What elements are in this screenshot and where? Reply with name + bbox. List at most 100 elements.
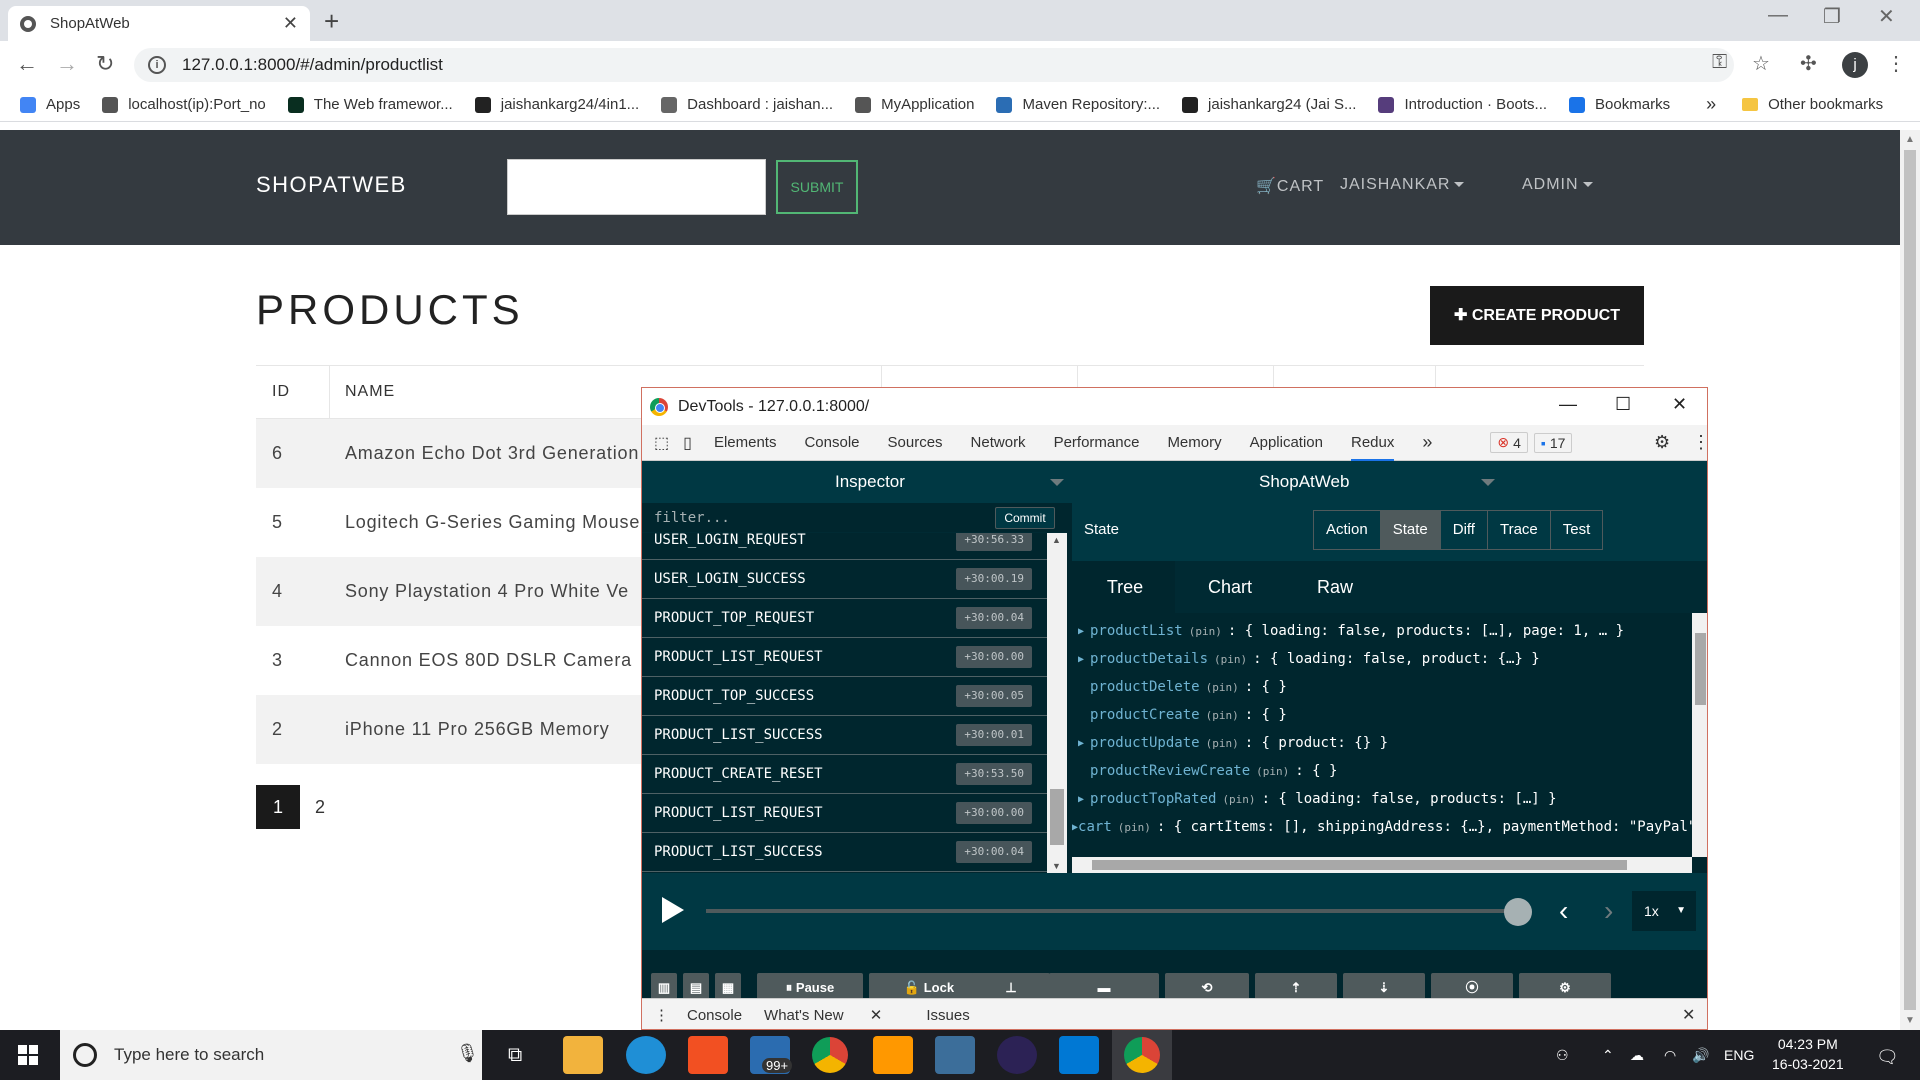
pin-label[interactable]: (pin)	[1206, 709, 1239, 722]
vscode-icon[interactable]	[1059, 1036, 1099, 1074]
monitor-tab-action[interactable]: Action	[1314, 511, 1381, 549]
action-item[interactable]: PRODUCT_TOP_SUCCESS +30:00.05	[642, 677, 1047, 716]
scroll-up-icon[interactable]: ▲	[1052, 535, 1061, 545]
page-1-button[interactable]: 1	[256, 785, 300, 829]
tab-network[interactable]: Network	[971, 425, 1026, 461]
site-info-icon[interactable]: i	[148, 56, 166, 74]
drawer-tab-console[interactable]: Console	[687, 1007, 742, 1024]
bookmark-item[interactable]: The Web framewor...	[287, 96, 453, 113]
action-item[interactable]: PRODUCT_CREATE_RESET +30:53.50	[642, 755, 1047, 794]
filter-input[interactable]: filter... Commit	[642, 503, 1067, 533]
people-icon[interactable]: ⚇	[1556, 1047, 1569, 1064]
monitor-tab-state[interactable]: State	[1380, 511, 1441, 549]
close-icon[interactable]: ✕	[1672, 394, 1687, 415]
drawer-tab-issues[interactable]: Issues	[926, 1007, 969, 1024]
tab-sources[interactable]: Sources	[888, 425, 943, 461]
mysql-icon[interactable]	[935, 1036, 975, 1074]
commit-button[interactable]: Commit	[995, 507, 1055, 529]
action-item[interactable]: PRODUCT_LIST_SUCCESS +30:00.01	[642, 716, 1047, 755]
volume-icon[interactable]: 🔊	[1692, 1047, 1709, 1064]
view-tab-chart[interactable]: Chart	[1180, 561, 1280, 613]
tab-elements[interactable]: Elements	[714, 425, 777, 461]
close-icon[interactable]: ✕	[870, 1007, 883, 1024]
tree-node[interactable]: productReviewCreate (pin): { }	[1072, 757, 1692, 785]
bookmark-item[interactable]: Bookmarks	[1569, 96, 1670, 113]
action-item[interactable]: PRODUCT_LIST_REQUEST +30:00.00	[642, 794, 1047, 833]
pin-label[interactable]: (pin)	[1214, 653, 1247, 666]
page-scrollbar[interactable]: ▲ ▼	[1900, 130, 1920, 1030]
close-drawer-icon[interactable]: ✕	[1682, 1005, 1695, 1025]
scroll-up-icon[interactable]: ▲	[1905, 134, 1915, 145]
brand-logo[interactable]: SHOPATWEB	[256, 172, 407, 198]
play-icon[interactable]	[662, 897, 684, 923]
pin-label[interactable]: (pin)	[1206, 681, 1239, 694]
page-2-button[interactable]: 2	[300, 785, 340, 829]
scroll-thumb[interactable]	[1695, 633, 1706, 705]
bookmark-item[interactable]: Apps	[20, 96, 80, 113]
browser-tab[interactable]: ShopAtWeb ✕	[8, 6, 310, 41]
tab-performance[interactable]: Performance	[1054, 425, 1140, 461]
tab-redux[interactable]: Redux	[1351, 425, 1395, 461]
messages-badge[interactable]: ▪ 17	[1533, 432, 1573, 453]
pin-label[interactable]: (pin)	[1189, 625, 1222, 638]
cart-link[interactable]: 🛒CART	[1256, 176, 1324, 196]
scroll-thumb[interactable]	[1050, 789, 1064, 845]
action-item[interactable]: PRODUCT_LIST_REQUEST +30:00.00	[642, 638, 1047, 677]
submit-button[interactable]: SUBMIT	[776, 160, 858, 214]
view-tab-tree[interactable]: Tree	[1075, 561, 1175, 613]
other-bookmarks[interactable]: Other bookmarks	[1742, 96, 1883, 113]
expand-arrow-icon[interactable]: ▶	[1072, 654, 1090, 665]
close-tab-icon[interactable]: ✕	[283, 13, 298, 34]
speed-select[interactable]: 1x ▼	[1632, 891, 1696, 931]
tab-application[interactable]: Application	[1250, 425, 1323, 461]
language-indicator[interactable]: ENG	[1724, 1047, 1754, 1063]
inspector-select[interactable]: Inspector	[835, 472, 905, 492]
edge-icon[interactable]	[626, 1036, 666, 1074]
kebab-menu-icon[interactable]: ⋮	[1692, 432, 1707, 453]
expand-arrow-icon[interactable]: ▶	[1072, 738, 1090, 749]
action-item[interactable]: PRODUCT_TOP_REQUEST +30:00.04	[642, 599, 1047, 638]
scroll-down-icon[interactable]: ▼	[1905, 1015, 1915, 1026]
onedrive-icon[interactable]: ☁	[1630, 1047, 1644, 1064]
settings-gear-icon[interactable]: ⚙	[1654, 432, 1670, 453]
chevron-down-icon[interactable]	[1481, 479, 1495, 486]
admin-menu[interactable]: ADMIN	[1522, 176, 1593, 194]
address-bar[interactable]: i 127.0.0.1:8000/#/admin/productlist	[134, 48, 1734, 82]
tree-scrollbar[interactable]	[1692, 613, 1707, 857]
errors-badge[interactable]: ⊗ 4	[1490, 432, 1528, 453]
bookmark-item[interactable]: MyApplication	[855, 96, 974, 113]
minimize-icon[interactable]: —	[1559, 394, 1577, 415]
chrome-active-icon[interactable]	[1112, 1030, 1172, 1080]
tray-chevron-up-icon[interactable]: ⌃	[1602, 1047, 1614, 1064]
tab-console[interactable]: Console	[804, 425, 859, 461]
action-item[interactable]: USER_LOGIN_REQUEST +30:56.33	[642, 533, 1047, 560]
tab-memory[interactable]: Memory	[1167, 425, 1221, 461]
key-icon[interactable]: ⚿	[1712, 51, 1727, 74]
close-window-icon[interactable]: ✕	[1878, 4, 1895, 29]
action-list-scrollbar[interactable]: ▲ ▼	[1047, 533, 1067, 873]
pin-label[interactable]: (pin)	[1118, 821, 1151, 834]
monitor-tab-diff[interactable]: Diff	[1441, 511, 1488, 549]
expand-arrow-icon[interactable]: ▶	[1072, 626, 1090, 637]
tree-node[interactable]: productDelete (pin): { }	[1072, 673, 1692, 701]
expand-arrow-icon[interactable]: ▶	[1072, 794, 1090, 805]
maximize-icon[interactable]: ☐	[1615, 394, 1631, 415]
star-icon[interactable]: ☆	[1752, 51, 1770, 76]
taskbar-clock[interactable]: 04:23 PM 16-03-2021	[1772, 1034, 1844, 1074]
store-icon[interactable]	[688, 1036, 728, 1074]
windows-start-icon[interactable]	[18, 1045, 40, 1067]
taskbar-search[interactable]: Type here to search 🎙	[60, 1030, 482, 1080]
chrome-icon[interactable]	[812, 1037, 848, 1073]
tree-hscrollbar[interactable]	[1072, 857, 1692, 873]
microphone-icon[interactable]: 🎙	[456, 1043, 479, 1064]
create-product-button[interactable]: ✚ CREATE PRODUCT	[1430, 286, 1644, 345]
back-icon[interactable]: ←	[16, 51, 38, 77]
tree-node[interactable]: ▶ cart (pin): { cartItems: [], shippingAdd…	[1072, 813, 1692, 841]
pin-label[interactable]: (pin)	[1256, 765, 1289, 778]
eclipse-icon[interactable]	[997, 1036, 1037, 1074]
notifications-icon[interactable]: 🗨	[1876, 1047, 1899, 1068]
bookmark-item[interactable]: jaishankarg24/4in1...	[474, 96, 639, 113]
tree-node[interactable]: ▶ productTopRated (pin): { loading: false,…	[1072, 785, 1692, 813]
reload-icon[interactable]: ↻	[96, 51, 114, 77]
forward-icon[interactable]: →	[56, 51, 78, 77]
